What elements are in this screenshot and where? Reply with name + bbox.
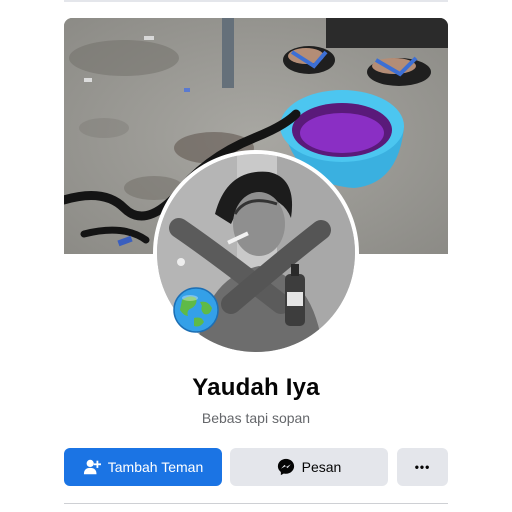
top-divider <box>64 0 448 2</box>
message-label: Pesan <box>301 459 342 475</box>
add-friend-icon <box>83 458 101 476</box>
add-friend-label: Tambah Teman <box>107 459 204 475</box>
profile-bio: Bebas tapi sopan <box>201 410 311 426</box>
messenger-icon <box>277 458 295 476</box>
globe-icon <box>172 286 220 334</box>
add-friend-button[interactable]: Tambah Teman <box>64 448 222 486</box>
more-options-button[interactable]: ••• <box>397 448 448 486</box>
bottom-divider <box>64 503 448 504</box>
profile-actions: Tambah Teman Pesan ••• <box>64 448 448 486</box>
more-dots-icon: ••• <box>414 460 431 474</box>
message-button[interactable]: Pesan <box>230 448 388 486</box>
profile-name: Yaudah Iya <box>192 374 320 401</box>
